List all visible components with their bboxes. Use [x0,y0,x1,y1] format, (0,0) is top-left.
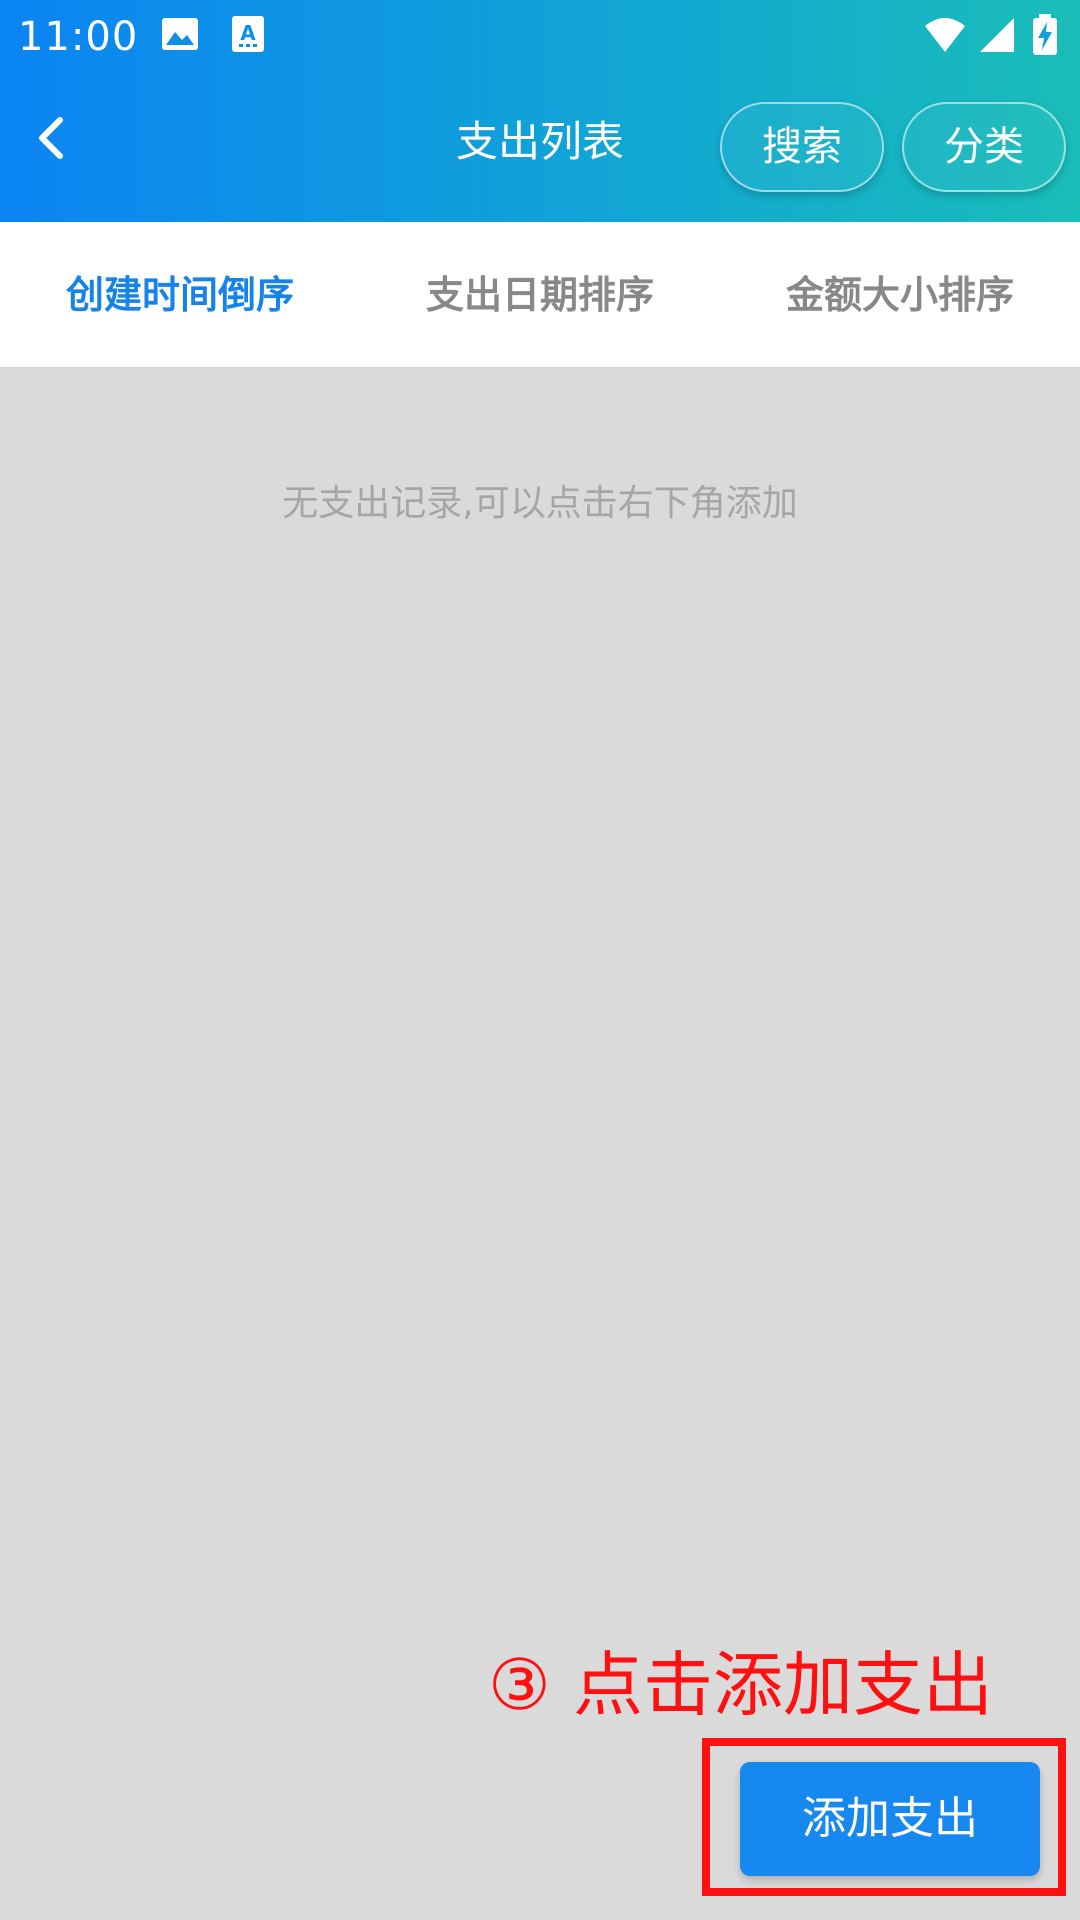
text-input-icon: A [232,16,264,52]
tab-sort-created-desc[interactable]: 创建时间倒序 [0,222,360,368]
battery-charging-icon [1033,14,1057,55]
app-bar: 支出列表 搜索 分类 [0,74,1080,222]
header: 11:00 A 支出列表 搜索 分类 [0,0,1080,222]
chevron-left-icon[interactable] [22,108,82,168]
page-title: 支出列表 [455,117,624,166]
annotation-label: ③ 点击添加支出 [488,1644,994,1726]
status-time: 11:00 [18,14,139,60]
sort-tabs: 创建时间倒序 支出日期排序 金额大小排序 [0,222,1080,368]
signal-icon [980,18,1014,52]
svg-text:A: A [240,21,256,45]
empty-state-message: 无支出记录,可以点击右下角添加 [282,483,798,524]
search-button[interactable]: 搜索 [720,102,884,192]
image-icon [162,18,198,50]
category-button[interactable]: 分类 [902,102,1066,192]
add-expense-button[interactable]: 添加支出 [740,1762,1040,1876]
wifi-icon [925,18,965,52]
status-bar: 11:00 A [0,0,1080,74]
tab-sort-expense-date[interactable]: 支出日期排序 [360,222,720,368]
tab-sort-amount[interactable]: 金额大小排序 [720,222,1080,368]
